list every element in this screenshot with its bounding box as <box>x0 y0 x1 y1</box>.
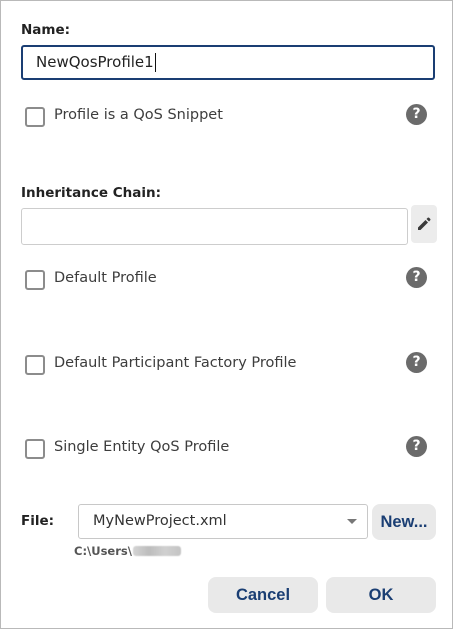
inheritance-chain-input[interactable] <box>21 208 408 245</box>
single-entity-checkbox[interactable] <box>25 439 45 459</box>
qos-snippet-label: Profile is a QoS Snippet <box>54 107 223 123</box>
file-path: C:\Users\ <box>74 544 181 558</box>
name-input[interactable]: NewQosProfile1 <box>21 45 435 80</box>
text-caret <box>154 53 156 72</box>
file-label: File: <box>21 513 55 529</box>
edit-inheritance-button[interactable] <box>411 205 437 243</box>
name-label: Name: <box>21 22 71 38</box>
cancel-button[interactable]: Cancel <box>208 577 318 613</box>
default-participant-factory-help-icon[interactable]: ? <box>406 352 427 373</box>
default-profile-label: Default Profile <box>54 270 157 286</box>
qos-profile-dialog: Name: NewQosProfile1 Profile is a QoS Sn… <box>0 0 453 629</box>
qos-snippet-help-icon[interactable]: ? <box>406 104 427 125</box>
default-participant-factory-label: Default Participant Factory Profile <box>54 355 297 371</box>
chevron-down-icon <box>347 519 357 524</box>
default-profile-help-icon[interactable]: ? <box>406 267 427 288</box>
pencil-icon <box>418 217 431 230</box>
redacted-username <box>132 546 181 556</box>
file-select[interactable]: MyNewProject.xml <box>78 504 368 539</box>
new-file-button[interactable]: New... <box>372 504 436 540</box>
inheritance-chain-label: Inheritance Chain: <box>21 185 161 201</box>
default-profile-checkbox[interactable] <box>25 270 45 290</box>
single-entity-help-icon[interactable]: ? <box>406 436 427 457</box>
ok-button[interactable]: OK <box>326 577 436 613</box>
name-input-value: NewQosProfile1 <box>36 53 154 71</box>
file-path-prefix: C:\Users\ <box>74 544 132 558</box>
default-participant-factory-checkbox[interactable] <box>25 355 45 375</box>
file-select-value: MyNewProject.xml <box>93 513 227 529</box>
single-entity-label: Single Entity QoS Profile <box>54 439 230 455</box>
qos-snippet-checkbox[interactable] <box>25 107 45 127</box>
